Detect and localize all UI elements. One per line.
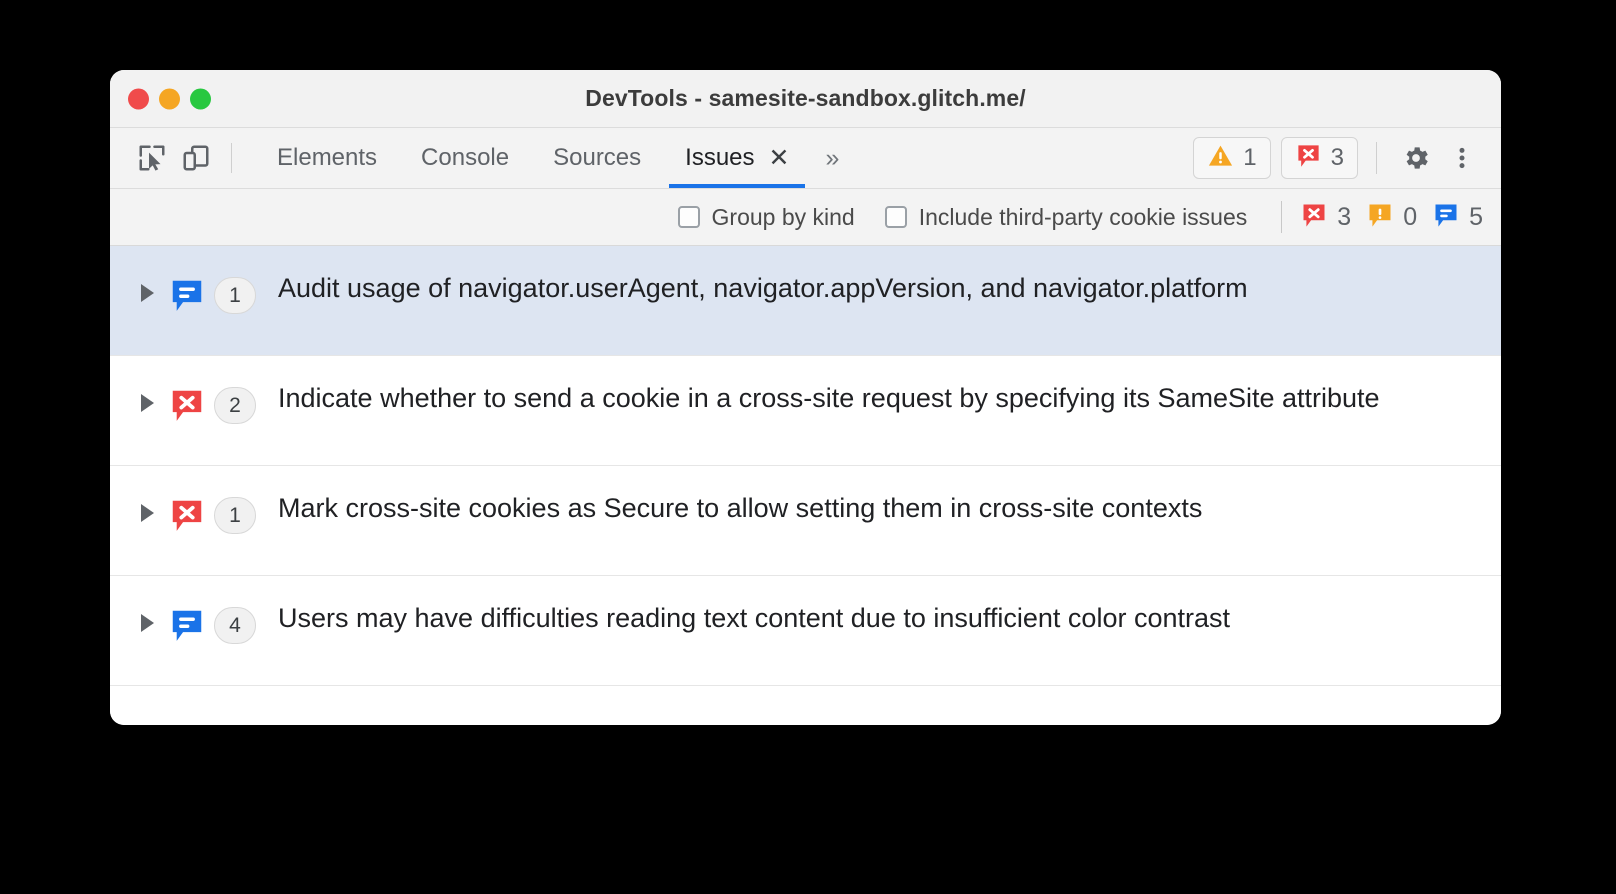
window-traffic-lights: [128, 88, 211, 109]
tab-console-label: Console: [421, 144, 510, 171]
issue-count-badge: 1: [214, 277, 256, 314]
close-window-button[interactable]: [128, 88, 149, 109]
issues-filter-toolbar: Group by kind Include third-party cookie…: [110, 189, 1501, 246]
expand-toggle-icon[interactable]: [134, 488, 160, 522]
filter-error-badge[interactable]: 3: [1300, 201, 1351, 234]
toolbar-right-divider: [1376, 142, 1377, 174]
issue-count-badge: 4: [214, 607, 256, 644]
panel-tabs: Elements Console Sources Issues ✕ »: [255, 128, 847, 188]
chevron-right-icon: [140, 284, 154, 302]
tab-console[interactable]: Console: [399, 128, 531, 188]
devtools-tabbar: Elements Console Sources Issues ✕ » 1 3: [110, 128, 1501, 189]
warning-triangle-icon: [1207, 142, 1234, 174]
expand-toggle-icon[interactable]: [134, 378, 160, 412]
checkbox-icon[interactable]: [884, 206, 907, 228]
issue-title: Mark cross-site cookies as Secure to all…: [278, 493, 1203, 523]
kebab-menu-icon[interactable]: [1439, 136, 1485, 180]
info-bubble-icon: [160, 268, 214, 314]
toolbar-divider: [231, 143, 232, 173]
inspect-cursor-icon[interactable]: [130, 138, 174, 178]
tab-issues[interactable]: Issues ✕: [663, 128, 811, 188]
expand-toggle-icon[interactable]: [134, 268, 160, 302]
tab-elements-label: Elements: [277, 144, 378, 171]
filter-info-badge[interactable]: 5: [1432, 201, 1483, 234]
issue-title: Indicate whether to send a cookie in a c…: [278, 383, 1380, 413]
error-bubble-icon: [1295, 142, 1322, 174]
issue-count-badge: 1: [214, 497, 256, 534]
tab-sources-label: Sources: [553, 144, 642, 171]
minimize-window-button[interactable]: [159, 88, 180, 109]
expand-toggle-icon[interactable]: [134, 598, 160, 632]
tabbar-status-area: 1 3: [1183, 136, 1485, 180]
include-third-party-label: Include third-party cookie issues: [918, 203, 1248, 230]
group-by-kind-checkbox[interactable]: Group by kind: [677, 203, 855, 231]
chevron-right-icon: [140, 614, 154, 632]
include-third-party-cookie-issues-checkbox[interactable]: Include third-party cookie issues: [884, 203, 1248, 231]
more-tabs-icon[interactable]: »: [811, 128, 847, 188]
gear-icon[interactable]: [1393, 136, 1439, 180]
devtools-window: DevTools - samesite-sandbox.glitch.me/ E…: [110, 70, 1501, 725]
issue-count-badge: 2: [214, 387, 256, 424]
table-row[interactable]: 1 Mark cross-site cookies as Secure to a…: [110, 466, 1501, 576]
chevron-right-icon: [140, 504, 154, 522]
error-bubble-icon: [1300, 201, 1328, 234]
window-titlebar: DevTools - samesite-sandbox.glitch.me/: [110, 70, 1501, 128]
filter-warning-count: 0: [1403, 202, 1418, 231]
tab-elements[interactable]: Elements: [255, 128, 399, 188]
error-count-chip[interactable]: 3: [1280, 137, 1358, 179]
issues-list: 1 Audit usage of navigator.userAgent, na…: [110, 246, 1501, 725]
device-toolbar-icon[interactable]: [174, 138, 218, 178]
issue-title: Users may have difficulties reading text…: [278, 603, 1231, 633]
filter-info-count: 5: [1469, 202, 1483, 231]
warning-count: 1: [1243, 144, 1257, 171]
chevron-right-icon: [140, 394, 154, 412]
error-count: 3: [1330, 144, 1344, 171]
table-row[interactable]: 1 Audit usage of navigator.userAgent, na…: [110, 246, 1501, 356]
close-icon[interactable]: ✕: [769, 145, 790, 171]
checkbox-icon[interactable]: [677, 206, 700, 228]
issue-title: Audit usage of navigator.userAgent, navi…: [278, 273, 1248, 303]
filter-warning-badge[interactable]: 0: [1366, 201, 1417, 234]
error-bubble-icon: [160, 488, 214, 534]
info-bubble-icon: [160, 598, 214, 644]
info-bubble-icon: [1432, 201, 1460, 234]
warning-count-chip[interactable]: 1: [1193, 137, 1271, 179]
filterbar-divider: [1281, 201, 1283, 233]
zoom-window-button[interactable]: [190, 88, 211, 109]
warning-bubble-icon: [1366, 201, 1394, 234]
tab-issues-label: Issues: [685, 144, 755, 171]
table-row[interactable]: 2 Indicate whether to send a cookie in a…: [110, 356, 1501, 466]
table-row[interactable]: 4 Users may have difficulties reading te…: [110, 576, 1501, 686]
group-by-kind-label: Group by kind: [711, 203, 855, 230]
tab-sources[interactable]: Sources: [531, 128, 663, 188]
error-bubble-icon: [160, 378, 214, 424]
filter-error-count: 3: [1337, 202, 1352, 231]
window-title: DevTools - samesite-sandbox.glitch.me/: [585, 85, 1026, 111]
screenshot-canvas: DevTools - samesite-sandbox.glitch.me/ E…: [0, 0, 1616, 894]
